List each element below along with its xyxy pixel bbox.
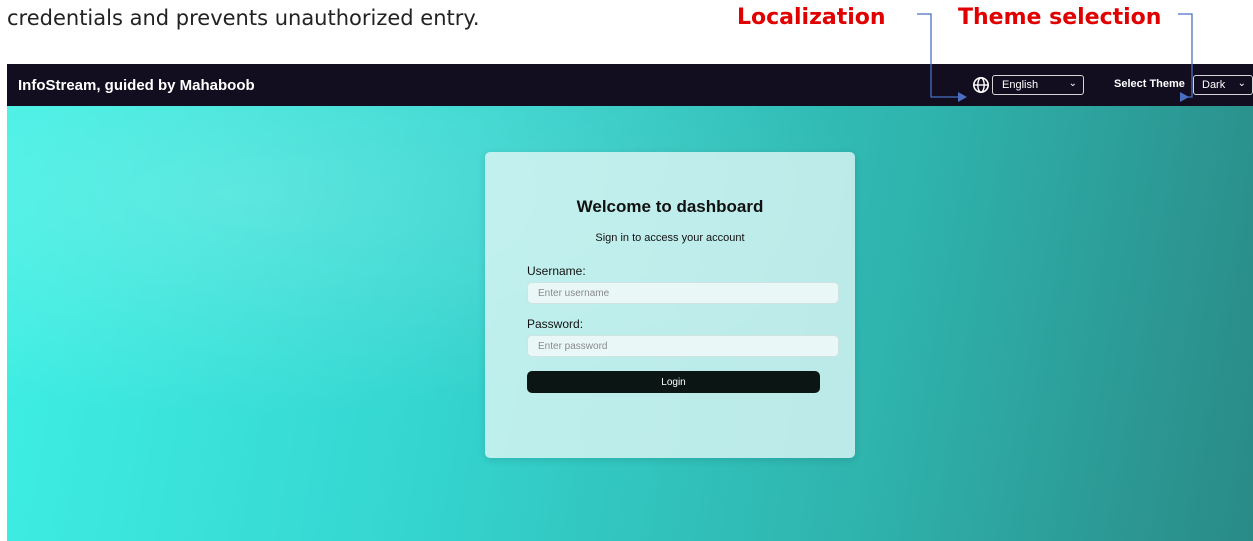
chevron-down-icon: ⌄	[1068, 78, 1077, 89]
username-label: Username:	[527, 264, 586, 278]
language-select-value: English	[1002, 79, 1039, 91]
theme-select-value: Dark	[1202, 79, 1226, 91]
caption-text: credentials and prevents unauthorized en…	[7, 6, 480, 30]
chevron-down-icon: ⌄	[1237, 78, 1246, 89]
login-background: Welcome to dashboard Sign in to access y…	[7, 106, 1253, 541]
login-subtitle: Sign in to access your account	[595, 232, 745, 244]
username-input[interactable]	[527, 282, 839, 304]
globe-icon[interactable]	[972, 76, 990, 94]
theme-select[interactable]: Dark ⌄	[1193, 75, 1253, 95]
login-card: Welcome to dashboard Sign in to access y…	[485, 152, 855, 458]
password-input[interactable]	[527, 335, 839, 357]
app-brand: InfoStream, guided by Mahaboob	[18, 77, 255, 94]
language-select[interactable]: English ⌄	[992, 75, 1084, 95]
top-navbar: InfoStream, guided by Mahaboob English ⌄…	[7, 64, 1253, 106]
localization-annotation: Localization	[737, 5, 886, 30]
password-label: Password:	[527, 317, 584, 331]
login-title: Welcome to dashboard	[576, 197, 764, 216]
theme-label: Select Theme	[1114, 78, 1185, 90]
theme-selection-annotation: Theme selection	[958, 5, 1162, 30]
login-button[interactable]: Login	[527, 371, 820, 393]
